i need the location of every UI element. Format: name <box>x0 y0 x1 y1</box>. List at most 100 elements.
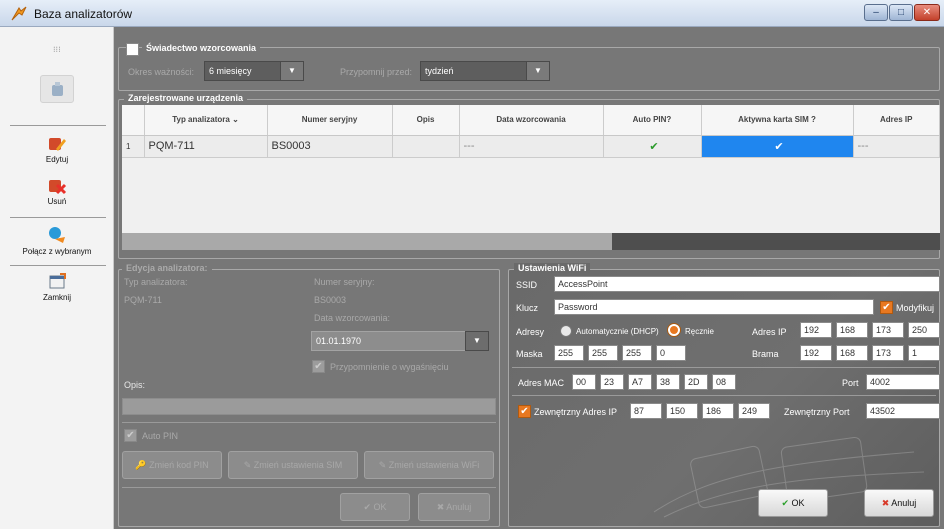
delete-button[interactable]: Usuń <box>0 177 114 206</box>
gateway-octet-input[interactable]: 192 <box>800 345 832 361</box>
row-num-header <box>122 105 145 136</box>
edit-icon <box>49 138 66 151</box>
btn-label: OK <box>373 502 387 512</box>
key-label: Klucz <box>516 303 539 313</box>
reminder-checkbox[interactable]: ✔ <box>312 360 325 373</box>
mac-octet-input[interactable]: 08 <box>712 374 736 390</box>
edit-cancel-button[interactable]: ✖ Anuluj <box>418 493 490 521</box>
external-ip-octet-input[interactable]: 150 <box>666 403 698 419</box>
mask-octet-input[interactable]: 255 <box>554 345 584 361</box>
btn-label: Anuluj <box>446 502 472 512</box>
port-label: Port <box>842 378 859 388</box>
scrollbar-thumb[interactable] <box>122 233 612 250</box>
wrench-icon: ✎ <box>243 460 252 470</box>
remind-value: tydzień <box>425 66 454 76</box>
ip-octet-input[interactable]: 250 <box>908 322 940 338</box>
cell-date[interactable]: --- <box>459 135 604 158</box>
mac-octet-input[interactable]: 2D <box>684 374 708 390</box>
port-input[interactable]: 4002 <box>866 374 940 390</box>
mask-octet-input[interactable]: 255 <box>588 345 618 361</box>
devices-group-title: Zarejestrowane urządzenia <box>124 93 248 103</box>
remind-select[interactable]: tydzień ▼ <box>420 61 550 81</box>
column-header[interactable]: Numer seryjny <box>267 105 393 136</box>
row-number: 1 <box>122 135 145 158</box>
mask-octet-input[interactable]: 255 <box>622 345 652 361</box>
horizontal-scrollbar[interactable] <box>122 233 940 250</box>
sidebar: ⁝⁝⁝ Edytuj Usuń Połącz z wybranym Zamkni… <box>0 27 114 529</box>
btn-label: OK <box>791 498 805 508</box>
connect-button[interactable]: Połącz z wybranym <box>0 225 114 256</box>
separator <box>10 217 106 218</box>
minimize-button[interactable]: – <box>864 4 888 21</box>
wifi-ok-button[interactable]: ✔ OK <box>758 489 828 517</box>
cell-serial[interactable]: BS0003 <box>267 135 393 158</box>
wifi-cancel-button[interactable]: ✖ Anuluj <box>864 489 934 517</box>
autopin-checkbox[interactable]: ✔ <box>124 429 137 442</box>
external-ip-label: Zewnętrzny Adres IP <box>534 407 618 417</box>
external-port-input[interactable]: 43502 <box>866 403 940 419</box>
external-ip-checkbox[interactable]: ✔ <box>518 405 531 418</box>
autopin-label: Auto PIN <box>142 431 179 441</box>
title-bar: Baza analizatorów – □ ✕ <box>0 0 944 27</box>
chevron-down-icon[interactable]: ▼ <box>526 61 550 81</box>
check-icon[interactable]: ✔ <box>701 135 854 158</box>
change-sim-button[interactable]: ✎ Zmień ustawienia SIM <box>228 451 358 479</box>
maximize-button[interactable]: □ <box>889 4 913 21</box>
addresses-label: Adresy <box>516 327 545 337</box>
column-header[interactable]: Typ analizatora ⌄ <box>144 105 268 136</box>
edit-ok-button[interactable]: ✔ OK <box>340 493 410 521</box>
gateway-octet-input[interactable]: 168 <box>836 345 868 361</box>
close-button[interactable]: ✕ <box>914 4 940 21</box>
separator <box>512 395 936 396</box>
ip-octet-input[interactable]: 168 <box>836 322 868 338</box>
ssid-input[interactable]: AccessPoint <box>554 276 940 292</box>
cell-type[interactable]: PQM-711 <box>144 135 268 158</box>
dhcp-radio[interactable] <box>560 325 572 337</box>
ip-octet-input[interactable]: 173 <box>872 322 904 338</box>
key-input[interactable]: Password <box>554 299 874 315</box>
gateway-label: Brama <box>752 349 779 359</box>
change-wifi-button[interactable]: ✎ Zmień ustawienia WiFi <box>364 451 494 479</box>
chevron-down-icon[interactable]: ▼ <box>465 331 489 351</box>
chevron-down-icon[interactable]: ▼ <box>280 61 304 81</box>
close-app-button[interactable]: Zamknij <box>0 273 114 302</box>
external-ip-octet-input[interactable]: 249 <box>738 403 770 419</box>
manual-radio[interactable] <box>668 324 680 336</box>
ip-octet-input[interactable]: 192 <box>800 322 832 338</box>
change-pin-button[interactable]: 🔑 Zmień kod PIN <box>122 451 222 479</box>
app-logo-icon <box>11 6 27 21</box>
column-header[interactable]: Adres IP <box>853 105 940 136</box>
column-header[interactable]: Aktywna karta SIM ? <box>701 105 854 136</box>
mac-octet-input[interactable]: A7 <box>628 374 652 390</box>
certificate-checkbox[interactable] <box>126 43 139 56</box>
column-header[interactable]: Opis <box>392 105 460 136</box>
cell-desc[interactable] <box>392 135 460 158</box>
certificate-group-title: Świadectwo wzorcowania <box>142 43 261 53</box>
modify-checkbox[interactable]: ✔ <box>880 301 893 314</box>
edit-button[interactable]: Edytuj <box>0 135 114 164</box>
sidebar-item-label: Edytuj <box>45 155 69 164</box>
column-header[interactable]: Auto PIN? <box>603 105 702 136</box>
validity-select[interactable]: 6 miesięcy ▼ <box>204 61 304 81</box>
mask-octet-input[interactable]: 0 <box>656 345 686 361</box>
table-row[interactable]: 1 PQM-711 BS0003 --- ✔ ✔ --- <box>122 135 940 158</box>
gateway-octet-input[interactable]: 173 <box>872 345 904 361</box>
gateway-octet-input[interactable]: 1 <box>908 345 940 361</box>
mac-octet-input[interactable]: 00 <box>572 374 596 390</box>
desc-input[interactable] <box>122 398 496 415</box>
separator <box>512 367 936 368</box>
mac-octet-input[interactable]: 38 <box>656 374 680 390</box>
dhcp-label: Automatycznie (DHCP) <box>576 327 659 336</box>
external-ip-octet-input[interactable]: 186 <box>702 403 734 419</box>
add-device-button[interactable] <box>40 75 74 103</box>
cell-ip[interactable]: --- <box>853 135 940 158</box>
serial-label: Numer seryjny: <box>314 277 375 287</box>
column-header[interactable]: Data wzorcowania <box>459 105 604 136</box>
external-ip-octet-input[interactable]: 87 <box>630 403 662 419</box>
date-picker[interactable]: 01.01.1970 ▼ <box>311 331 489 351</box>
mac-octet-input[interactable]: 23 <box>600 374 624 390</box>
check-icon[interactable]: ✔ <box>603 135 702 158</box>
manual-label: Ręcznie <box>685 327 714 336</box>
delete-icon <box>49 180 67 195</box>
add-device-icon <box>52 82 63 96</box>
